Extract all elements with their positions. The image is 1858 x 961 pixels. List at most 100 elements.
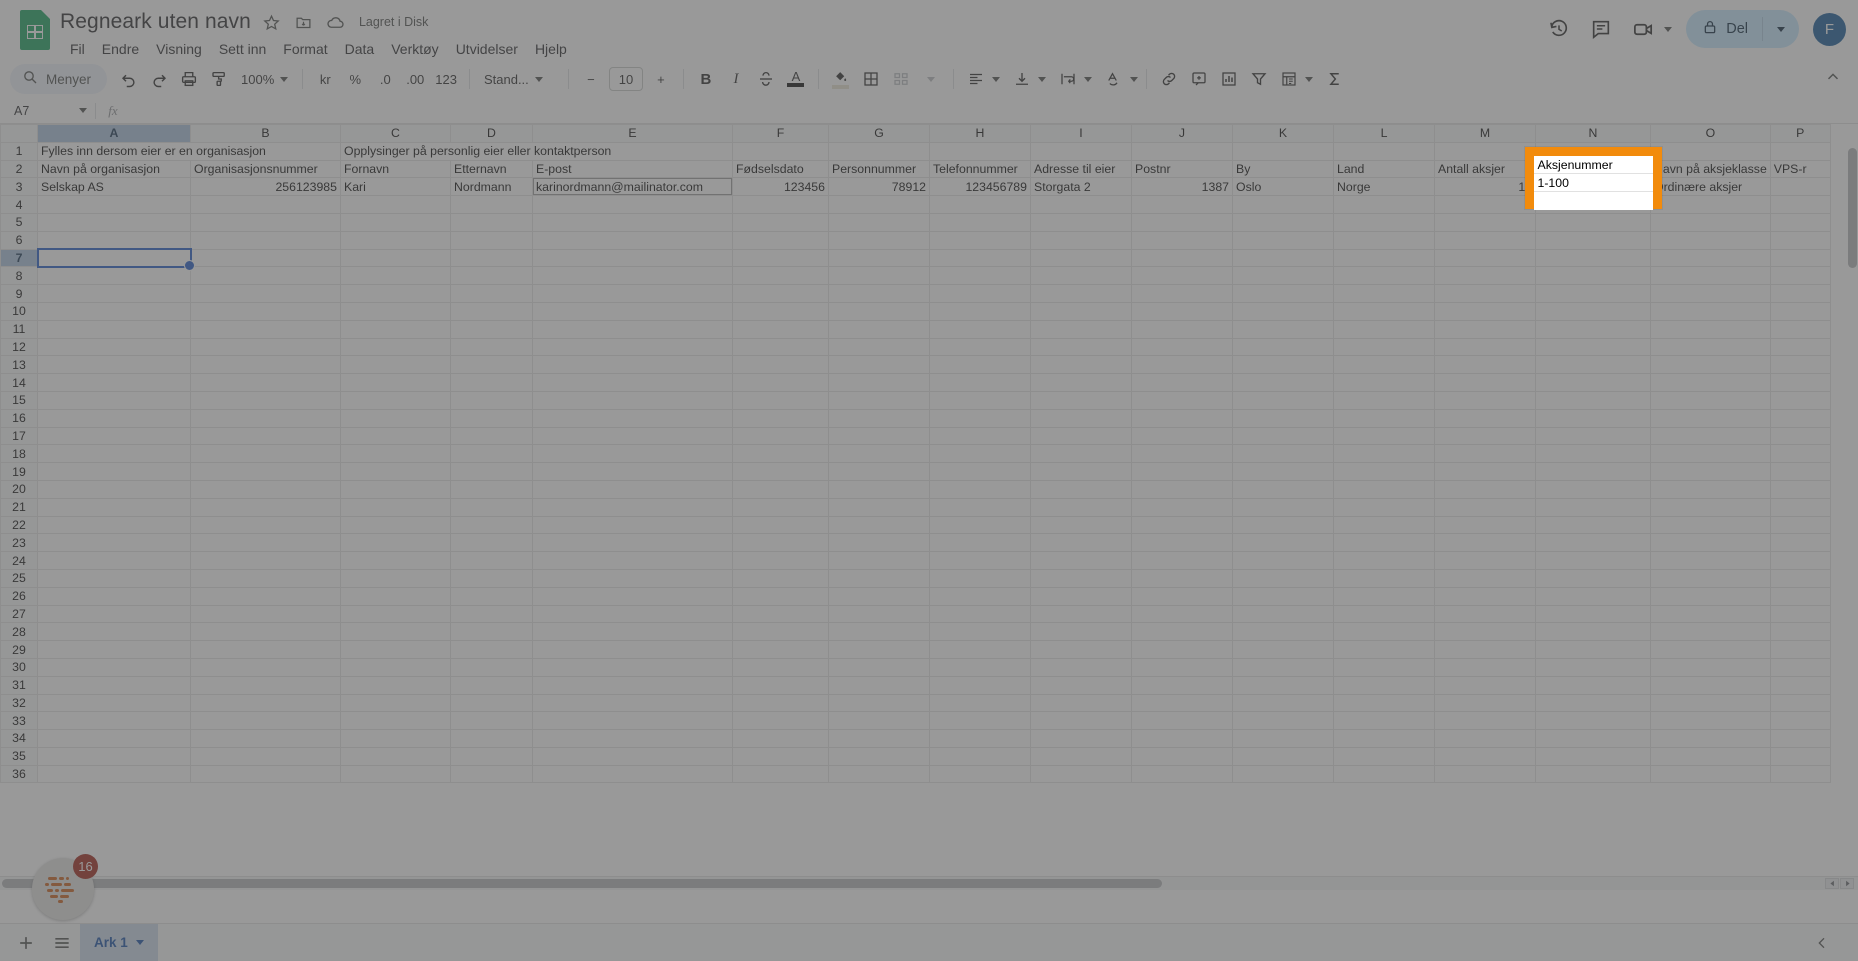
cell-G5[interactable] [828,212,930,232]
cell-G14[interactable] [828,373,930,392]
cell-C24[interactable] [340,551,451,570]
chevron-down-icon[interactable] [1664,26,1673,32]
cell-I5[interactable] [1030,212,1132,232]
cell-G19[interactable] [828,462,930,481]
cell-J3[interactable]: 1387 [1131,177,1233,197]
cell-I4[interactable] [1030,195,1132,214]
cell-M30[interactable] [1434,657,1536,677]
row-header-32[interactable]: 32 [0,693,38,713]
cell-P15[interactable] [1769,390,1831,410]
cell-O15[interactable] [1650,390,1771,410]
cell-I29[interactable] [1030,640,1132,659]
cell-F29[interactable] [732,640,829,659]
cell-M13[interactable] [1434,355,1536,375]
row-header-27[interactable]: 27 [0,604,38,624]
merge-cells-icon[interactable] [887,65,915,93]
cell-P3[interactable] [1769,177,1831,197]
cell-J23[interactable] [1131,533,1233,553]
cell-A32[interactable] [37,693,191,713]
cell-O6[interactable] [1650,230,1771,250]
cell-L17[interactable] [1333,426,1435,446]
column-header-n[interactable]: N [1535,124,1651,143]
cell-P14[interactable] [1769,373,1831,392]
cell-H25[interactable] [929,568,1031,588]
cell-C13[interactable] [340,355,451,375]
cell-I24[interactable] [1030,551,1132,570]
cell-G10[interactable] [828,301,930,321]
cell-A18[interactable] [37,444,191,464]
cell-A4[interactable] [37,195,191,214]
cell-K16[interactable] [1232,408,1334,428]
cell-C10[interactable] [340,301,451,321]
cell-M32[interactable] [1434,693,1536,713]
cell-B2[interactable]: Organisasjonsnummer [190,159,341,179]
cell-F18[interactable] [732,444,829,464]
cell-O17[interactable] [1650,426,1771,446]
cell-E35[interactable] [532,746,733,766]
cell-G12[interactable] [828,337,930,357]
cell-N21[interactable] [1535,497,1651,517]
cell-K1[interactable] [1232,141,1334,161]
cell-M21[interactable] [1434,497,1536,517]
cell-J22[interactable] [1131,515,1233,535]
cell-A33[interactable] [37,711,191,731]
cell-H1[interactable] [929,141,1031,161]
cell-I33[interactable] [1030,711,1132,731]
cell-G9[interactable] [828,284,930,303]
cell-K26[interactable] [1232,586,1334,606]
cell-O1[interactable] [1650,141,1771,161]
cell-M28[interactable] [1434,622,1536,642]
cell-M26[interactable] [1434,586,1536,606]
cell-L6[interactable] [1333,230,1435,250]
cell-L30[interactable] [1333,657,1435,677]
cell-A36[interactable] [37,764,191,784]
cell-E29[interactable] [532,640,733,659]
cell-H20[interactable] [929,479,1031,499]
cell-I27[interactable] [1030,604,1132,624]
menu-verktoy[interactable]: Verktøy [383,38,446,60]
cell-O16[interactable] [1650,408,1771,428]
cell-N15[interactable] [1535,390,1651,410]
cell-E7[interactable] [532,248,733,268]
scroll-left-icon[interactable] [1825,878,1839,889]
cell-L11[interactable] [1333,319,1435,339]
cell-M7[interactable] [1434,248,1536,268]
cell-P26[interactable] [1769,586,1831,606]
cell-B14[interactable] [190,373,341,392]
cell-I35[interactable] [1030,746,1132,766]
cell-A31[interactable] [37,675,191,695]
cell-M27[interactable] [1434,604,1536,624]
cell-B33[interactable] [190,711,341,731]
cell-G6[interactable] [828,230,930,250]
cell-N22[interactable] [1535,515,1651,535]
cell-L28[interactable] [1333,622,1435,642]
cell-F12[interactable] [732,337,829,357]
column-header-o[interactable]: O [1650,124,1771,143]
cell-O23[interactable] [1650,533,1771,553]
cell-C25[interactable] [340,568,451,588]
cell-C8[interactable] [340,266,451,286]
cell-E12[interactable] [532,337,733,357]
cell-L33[interactable] [1333,711,1435,731]
cell-C29[interactable] [340,640,451,659]
cell-D24[interactable] [450,551,533,570]
cell-P23[interactable] [1769,533,1831,553]
paint-format-icon[interactable] [205,65,233,93]
cell-B9[interactable] [190,284,341,303]
cell-E2[interactable]: E-post [532,159,733,179]
cell-C34[interactable] [340,729,451,748]
cell-A15[interactable] [37,390,191,410]
horizontal-scrollbar[interactable] [0,876,1858,890]
insert-link-icon[interactable] [1155,65,1183,93]
cell-H29[interactable] [929,640,1031,659]
cell-D33[interactable] [450,711,533,731]
cell-F22[interactable] [732,515,829,535]
cell-A7[interactable] [37,248,191,268]
cell-K22[interactable] [1232,515,1334,535]
row-header-13[interactable]: 13 [0,355,38,375]
cell-P35[interactable] [1769,746,1831,766]
cell-L12[interactable] [1333,337,1435,357]
cell-P24[interactable] [1769,551,1831,570]
cell-M9[interactable] [1434,284,1536,303]
text-wrap-icon[interactable] [1054,65,1082,93]
